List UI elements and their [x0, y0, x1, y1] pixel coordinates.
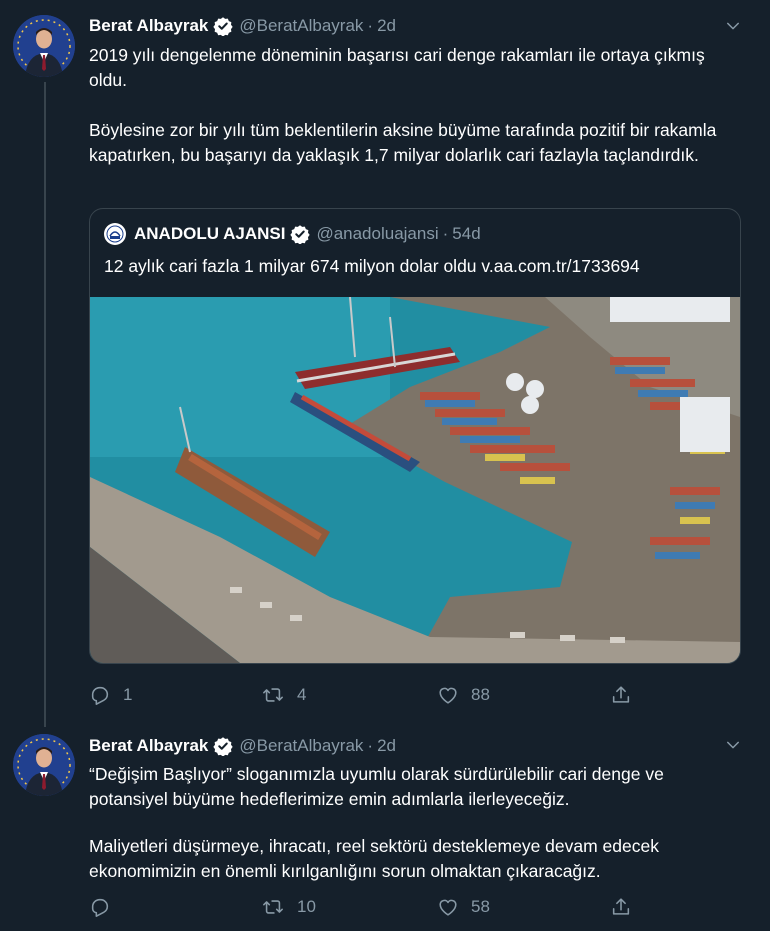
reply-button[interactable] [89, 895, 123, 919]
retweet-icon [263, 688, 283, 702]
quoted-tweet-header: ANADOLU AJANSI @anadoluajansi · 54d [104, 223, 481, 245]
avatar[interactable] [13, 15, 75, 77]
timestamp[interactable]: 2d [377, 16, 396, 36]
share-icon [612, 686, 630, 703]
tweet-actions: 10 58 [89, 895, 649, 919]
retweet-button[interactable]: 10 [261, 895, 316, 919]
verified-badge-icon [213, 736, 234, 756]
like-count: 58 [471, 897, 490, 916]
verified-badge-icon [213, 16, 234, 36]
quoted-tweet[interactable]: ANADOLU AJANSI @anadoluajansi · 54d 12 a… [89, 208, 741, 664]
tweet-header: Berat Albayrak @BeratAlbayrak · 2d [89, 14, 396, 38]
share-icon [612, 898, 630, 915]
timestamp[interactable]: 2d [377, 736, 396, 756]
quoted-tweet-text: 12 aylık cari fazla 1 milyar 674 milyon … [104, 256, 640, 276]
retweet-icon [263, 900, 283, 914]
port-aerial-photo[interactable] [90, 296, 740, 663]
anadolu-logo-icon [104, 223, 126, 245]
verified-badge-icon [290, 224, 311, 244]
tweet-text: 2019 yılı dengelenme döneminin başarısı … [89, 43, 729, 168]
tweet-2[interactable]: Berat Albayrak @BeratAlbayrak · 2d “Deği… [0, 727, 770, 931]
like-icon [439, 899, 457, 916]
tweet-paragraph: Böylesine zor bir yılı tüm beklentilerin… [89, 120, 717, 165]
author-handle[interactable]: @BeratAlbayrak [239, 16, 363, 36]
author-handle[interactable]: @BeratAlbayrak [239, 736, 363, 756]
author-name[interactable]: Berat Albayrak [89, 16, 208, 36]
reply-button[interactable]: 1 [89, 683, 132, 707]
share-button[interactable] [610, 683, 632, 707]
tweet-paragraph: “Değişim Başlıyor” sloganımızla uyumlu o… [89, 764, 664, 809]
retweet-count: 10 [297, 897, 316, 916]
author-name[interactable]: Berat Albayrak [89, 736, 208, 756]
share-button[interactable] [610, 895, 632, 919]
quoted-author-handle[interactable]: @anadoluajansi [316, 224, 438, 244]
reply-icon [91, 898, 109, 917]
separator-dot: · [442, 224, 449, 243]
tweet-text: “Değişim Başlıyor” sloganımızla uyumlu o… [89, 762, 729, 884]
quoted-timestamp[interactable]: 54d [452, 224, 480, 244]
chevron-down-icon[interactable] [724, 17, 742, 35]
like-button[interactable]: 88 [437, 683, 490, 707]
like-button[interactable]: 58 [437, 895, 490, 919]
separator-dot: · [367, 16, 374, 35]
retweet-count: 4 [297, 685, 307, 704]
separator-dot: · [367, 736, 374, 755]
tweet-header: Berat Albayrak @BeratAlbayrak · 2d [89, 734, 396, 758]
like-icon [439, 687, 457, 704]
tweet-actions: 1 4 88 [89, 683, 649, 707]
tweet-1[interactable]: Berat Albayrak @BeratAlbayrak · 2d 2019 … [0, 0, 770, 727]
avatar[interactable] [13, 734, 75, 796]
tweet-paragraph: Maliyetleri düşürmeye, ihracatı, reel se… [89, 836, 659, 881]
quoted-author-name[interactable]: ANADOLU AJANSI [134, 224, 285, 244]
like-count: 88 [471, 685, 490, 704]
reply-count: 1 [123, 685, 133, 704]
chevron-down-icon[interactable] [724, 736, 742, 754]
tweet-paragraph: 2019 yılı dengelenme döneminin başarısı … [89, 45, 705, 90]
reply-icon [91, 686, 109, 705]
retweet-button[interactable]: 4 [261, 683, 306, 707]
